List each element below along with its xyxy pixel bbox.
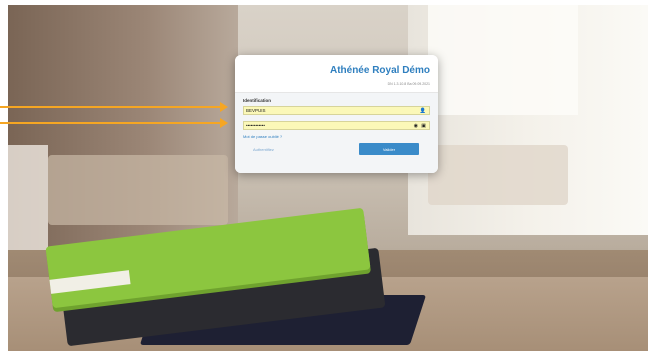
username-input[interactable] [246, 107, 406, 114]
password-field[interactable]: ◉ ▣ [243, 121, 430, 130]
arrow-right-icon [0, 118, 228, 128]
classroom-background: Athénée Royal Démo DN 1.3.10.8 Ba 09.09.… [8, 5, 648, 351]
lock-icon: ▣ [421, 123, 426, 129]
eye-icon[interactable]: ◉ [414, 123, 418, 129]
identification-title: Identification [243, 98, 271, 103]
background-desk-right [428, 145, 568, 205]
forgot-password-link[interactable]: Mot de passe oublié ? [243, 134, 282, 139]
version-text: DN 1.3.10.8 Ba 09.09.2021 [387, 82, 430, 86]
user-icon: 👤 [419, 108, 426, 114]
password-input[interactable] [246, 122, 406, 129]
username-field[interactable]: 👤 [243, 106, 430, 115]
school-name: Athénée Royal Démo [329, 65, 430, 76]
submit-button[interactable]: Valider [359, 143, 419, 155]
login-header: Athénée Royal Démo DN 1.3.10.8 Ba 09.09.… [235, 55, 438, 93]
authenticate-link[interactable]: Authentifiez [253, 147, 274, 152]
background-desk [48, 155, 228, 225]
background-window [428, 5, 578, 115]
arrow-right-icon [0, 102, 228, 112]
login-card: Athénée Royal Démo DN 1.3.10.8 Ba 09.09.… [235, 55, 438, 173]
login-form: Identification 👤 ◉ ▣ Mot de passe oublié… [235, 93, 438, 173]
